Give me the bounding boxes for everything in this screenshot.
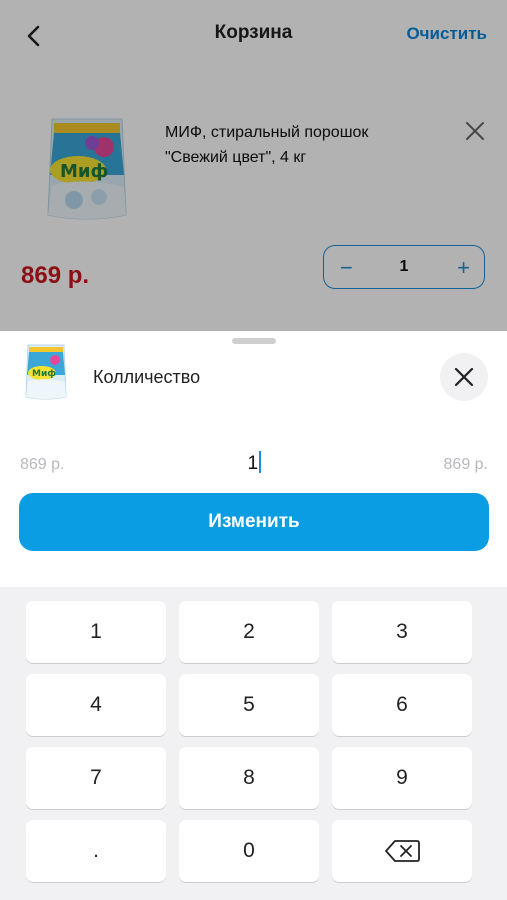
- key-7[interactable]: 7: [26, 747, 166, 809]
- key-0[interactable]: 0: [179, 820, 319, 882]
- quantity-input-value: 1: [247, 453, 259, 474]
- svg-text:Миф: Миф: [32, 369, 56, 379]
- quantity-input[interactable]: 1: [204, 451, 304, 475]
- sheet-grabber[interactable]: [232, 338, 276, 344]
- sheet-title: Колличество: [93, 367, 201, 387]
- total-price: 869 р.: [443, 456, 488, 473]
- product-image[interactable]: Миф: [44, 115, 130, 223]
- item-price: 869 р.: [21, 262, 90, 289]
- key-6[interactable]: 6: [332, 674, 472, 736]
- product-thumbnail: Миф: [25, 344, 67, 400]
- key-8[interactable]: 8: [179, 747, 319, 809]
- remove-item-button[interactable]: [462, 118, 488, 144]
- key-9[interactable]: 9: [332, 747, 472, 809]
- numeric-keypad: 1 2 3 4 5 6 7 8 9 . 0: [0, 587, 507, 900]
- key-5[interactable]: 5: [179, 674, 319, 736]
- backspace-icon: [385, 840, 420, 862]
- change-quantity-button[interactable]: Изменить: [19, 493, 489, 551]
- top-bar: Корзина Очистить: [0, 0, 507, 70]
- key-3[interactable]: 3: [332, 601, 472, 663]
- unit-price: 869 р.: [20, 456, 65, 473]
- close-icon: [466, 122, 484, 140]
- key-2[interactable]: 2: [179, 601, 319, 663]
- key-1[interactable]: 1: [26, 601, 166, 663]
- product-name[interactable]: МИФ, стиральный порошок "Свежий цвет", 4…: [165, 120, 415, 170]
- quantity-stepper: − 1 +: [323, 245, 485, 289]
- svg-text:Миф: Миф: [60, 161, 108, 182]
- quantity-sheet: Миф Колличество 869 р. 1 869 р. Изменить…: [0, 331, 507, 900]
- close-sheet-button[interactable]: [440, 353, 488, 401]
- key-4[interactable]: 4: [26, 674, 166, 736]
- close-icon: [454, 367, 474, 387]
- key-decimal[interactable]: .: [26, 820, 166, 882]
- cart-screen: Корзина Очистить Миф МИФ, стиральный пор…: [0, 0, 507, 331]
- key-backspace[interactable]: [332, 820, 472, 882]
- clear-cart-button[interactable]: Очистить: [406, 24, 487, 44]
- text-caret: [259, 451, 261, 473]
- increment-button[interactable]: +: [457, 255, 470, 281]
